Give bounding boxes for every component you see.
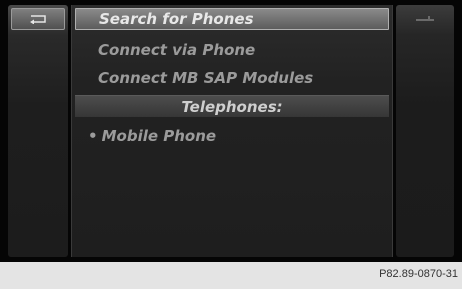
back-arrow-icon bbox=[30, 15, 46, 24]
figure-caption: P82.89-0870-31 bbox=[0, 262, 462, 289]
telephones-section-header: Telephones: bbox=[75, 95, 389, 117]
search-for-phones-item[interactable]: Search for Phones bbox=[75, 8, 389, 30]
mobile-phone-item[interactable]: • Mobile Phone bbox=[72, 125, 392, 147]
left-column bbox=[8, 5, 68, 257]
right-column bbox=[396, 5, 454, 257]
head-unit-screen: Search for Phones Connect via Phone Conn… bbox=[0, 0, 462, 262]
dash-icon bbox=[416, 16, 434, 21]
figure-code: P82.89-0870-31 bbox=[379, 268, 458, 280]
back-button[interactable] bbox=[11, 8, 65, 30]
connect-sap-modules-item[interactable]: Connect MB SAP Modules bbox=[72, 67, 392, 89]
list-bullet: • bbox=[88, 127, 98, 145]
phone-menu: Search for Phones Connect via Phone Conn… bbox=[71, 5, 393, 257]
mobile-phone-label: Mobile Phone bbox=[101, 127, 217, 145]
connect-via-phone-item[interactable]: Connect via Phone bbox=[72, 39, 392, 61]
